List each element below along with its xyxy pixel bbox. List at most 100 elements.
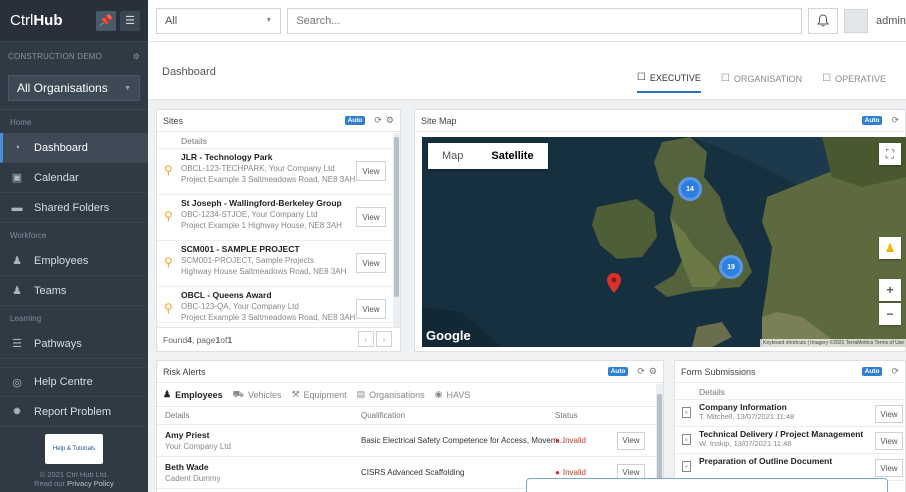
list-item: ⚲ JLR - Technology Park OBCL-123-TECHPAR… xyxy=(157,149,400,195)
team-icon: ♟ xyxy=(12,285,22,297)
bell-icon[interactable] xyxy=(808,7,839,34)
prev-page-icon[interactable]: ‹ xyxy=(358,331,374,347)
help-tutorials-logo[interactable]: Help & Tutorials xyxy=(45,434,103,464)
wrench-icon: ⚒ xyxy=(291,389,300,399)
map-pin-icon: ⚲ xyxy=(164,301,173,315)
tab-label: Employees xyxy=(175,389,223,400)
sidebar-item-label: Help Centre xyxy=(34,376,93,388)
next-page-icon[interactable]: › xyxy=(376,331,392,347)
tab-vehicles[interactable]: ⛟ Vehicles xyxy=(233,383,282,407)
sidebar-item-employees[interactable]: ♟ Employees xyxy=(0,246,148,276)
sidebar-item-pathways[interactable]: ☰ Pathways xyxy=(0,329,148,359)
employee-name: Beth Wade xyxy=(165,462,209,472)
pin-icon[interactable]: 📌 xyxy=(96,10,116,31)
view-button[interactable]: View xyxy=(875,405,903,423)
risk-alerts-panel: Risk Alerts Auto ⟳ ⚙ ♟ Employees ⛟ Vehicle… xyxy=(156,360,664,492)
user-menu[interactable]: admin xyxy=(844,8,906,33)
map-pin-icon: ⚲ xyxy=(164,255,173,269)
map-view-button[interactable]: Map xyxy=(428,143,477,169)
menu-icon[interactable]: ☰ xyxy=(120,10,140,31)
auto-badge[interactable]: Auto xyxy=(607,367,629,376)
car-icon: ⛟ xyxy=(232,388,244,399)
sidebar-item-report-problem[interactable]: ✹ Report Problem xyxy=(0,397,148,427)
table-row: Amy Priest Your Company Ltd Basic Electri… xyxy=(157,425,663,457)
zoom-in-icon[interactable]: + xyxy=(879,279,901,301)
refresh-icon[interactable]: ⟳ xyxy=(891,366,899,377)
street-view-icon[interactable]: ♟ xyxy=(879,237,901,259)
map-cluster-marker[interactable]: 19 xyxy=(719,255,743,279)
view-button[interactable]: View xyxy=(617,431,645,450)
sites-panel-header: Sites Auto ⟳ ⚙ xyxy=(157,110,400,132)
view-button[interactable]: View xyxy=(875,432,903,450)
sidebar-item-label: Report Problem xyxy=(34,405,112,418)
sidebar-item-teams[interactable]: ♟ Teams xyxy=(0,276,148,306)
fullscreen-icon[interactable]: ⛶ xyxy=(879,143,901,165)
app-logo[interactable]: CtrlHub xyxy=(10,12,92,29)
map-pin-icon: ⚲ xyxy=(164,209,173,223)
tab-employees[interactable]: ♟ Employees xyxy=(163,383,223,407)
gear-icon[interactable]: ⚙ xyxy=(649,366,657,377)
sites-panel: Sites Auto ⟳ ⚙ Details ⚲ JLR - Technolog… xyxy=(156,109,401,352)
sidebar-item-shared-folders[interactable]: ▬ Shared Folders xyxy=(0,193,148,223)
tab-operative[interactable]: ☐ OPERATIVE xyxy=(822,72,886,93)
chat-popup[interactable] xyxy=(526,478,888,492)
map-marker-icon[interactable] xyxy=(607,273,621,293)
view-button[interactable]: View xyxy=(356,253,386,273)
status-badge: ● Invalid xyxy=(555,436,586,445)
scrollbar[interactable] xyxy=(393,133,400,328)
sidebar-item-label: Employees xyxy=(34,254,89,267)
tab-organisation[interactable]: ☐ ORGANISATION xyxy=(721,72,802,93)
document-icon: ≡ xyxy=(682,407,691,418)
employee-name: Amy Priest xyxy=(165,430,210,440)
list-item: ≡ Preparation of Outline Document View xyxy=(675,454,905,481)
privacy-policy-link[interactable]: Privacy Policy xyxy=(67,479,114,488)
column-header: Status xyxy=(555,411,578,420)
satellite-view-button[interactable]: Satellite xyxy=(477,143,547,169)
org-select[interactable]: All Organisations ▼ xyxy=(8,75,140,101)
scope-select[interactable]: All ▼ xyxy=(156,7,282,34)
auto-badge[interactable]: Auto xyxy=(861,116,883,125)
status-text: Invalid xyxy=(562,436,586,445)
tab-organisations[interactable]: ▤ Organisations xyxy=(357,383,425,407)
sidebar-item-dashboard[interactable]: ◔ Dashboard xyxy=(0,133,148,163)
tab-executive[interactable]: ☐ EXECUTIVE xyxy=(636,72,701,93)
auto-badge[interactable]: Auto xyxy=(344,116,366,125)
map-attribution[interactable]: Keyboard shortcuts | Imagery ©2021 Terra… xyxy=(760,339,906,347)
username: admin xyxy=(876,14,906,27)
chevron-down-icon: ▼ xyxy=(265,17,273,24)
topbar: All ▼ Search... admin xyxy=(148,0,906,42)
list-item: ⚲ St Joseph - Wallingford-Berkeley Group… xyxy=(157,195,400,241)
refresh-icon[interactable]: ⟳ xyxy=(891,115,899,126)
folder-icon: ▬ xyxy=(11,201,23,214)
refresh-icon[interactable]: ⟳ xyxy=(637,366,645,377)
status-dot-icon: ● xyxy=(555,468,560,477)
sidebar-item-calendar[interactable]: ▣ Calendar xyxy=(0,163,148,193)
zoom-out-icon[interactable]: − xyxy=(879,303,901,325)
gear-icon[interactable]: ⚙ xyxy=(133,52,140,61)
tab-label: HAVS xyxy=(446,389,471,400)
auto-badge[interactable]: Auto xyxy=(861,367,883,376)
tab-equipment[interactable]: ⚒ Equipment xyxy=(291,383,346,407)
search-input[interactable]: Search... xyxy=(287,7,803,34)
scrollbar-thumb[interactable] xyxy=(394,137,399,297)
tab-havs[interactable]: ◉ HAVS xyxy=(435,383,471,407)
building-icon: ▤ xyxy=(356,389,366,399)
gear-icon[interactable]: ⚙ xyxy=(386,115,394,126)
vibration-icon: ◉ xyxy=(434,389,443,399)
sidebar: CtrlHub 📌 ☰ CONSTRUCTION DEMO ⚙ All Orga… xyxy=(0,0,148,492)
org-section: CONSTRUCTION DEMO ⚙ All Organisations ▼ xyxy=(0,42,148,110)
found-of: of xyxy=(220,334,228,345)
scrollbar[interactable] xyxy=(656,384,663,492)
map-cluster-marker[interactable]: 14 xyxy=(678,177,702,201)
refresh-icon[interactable]: ⟳ xyxy=(374,115,382,126)
calendar-icon: ▣ xyxy=(11,172,23,184)
found-prefix: Found xyxy=(163,334,188,345)
view-button[interactable]: View xyxy=(875,459,903,477)
view-button[interactable]: View xyxy=(356,299,386,319)
sidebar-footer: Help & Tutorials © 2021 Ctrl Hub Ltd. Re… xyxy=(0,426,148,492)
view-button[interactable]: View xyxy=(356,207,386,227)
status-badge: ● Invalid xyxy=(555,468,586,477)
sidebar-item-help-centre[interactable]: ◎ Help Centre xyxy=(0,367,148,397)
view-button[interactable]: View xyxy=(356,161,386,181)
map[interactable]: Map Satellite 14 19 ⛶ ♟ + − Google Keybo… xyxy=(422,137,906,347)
